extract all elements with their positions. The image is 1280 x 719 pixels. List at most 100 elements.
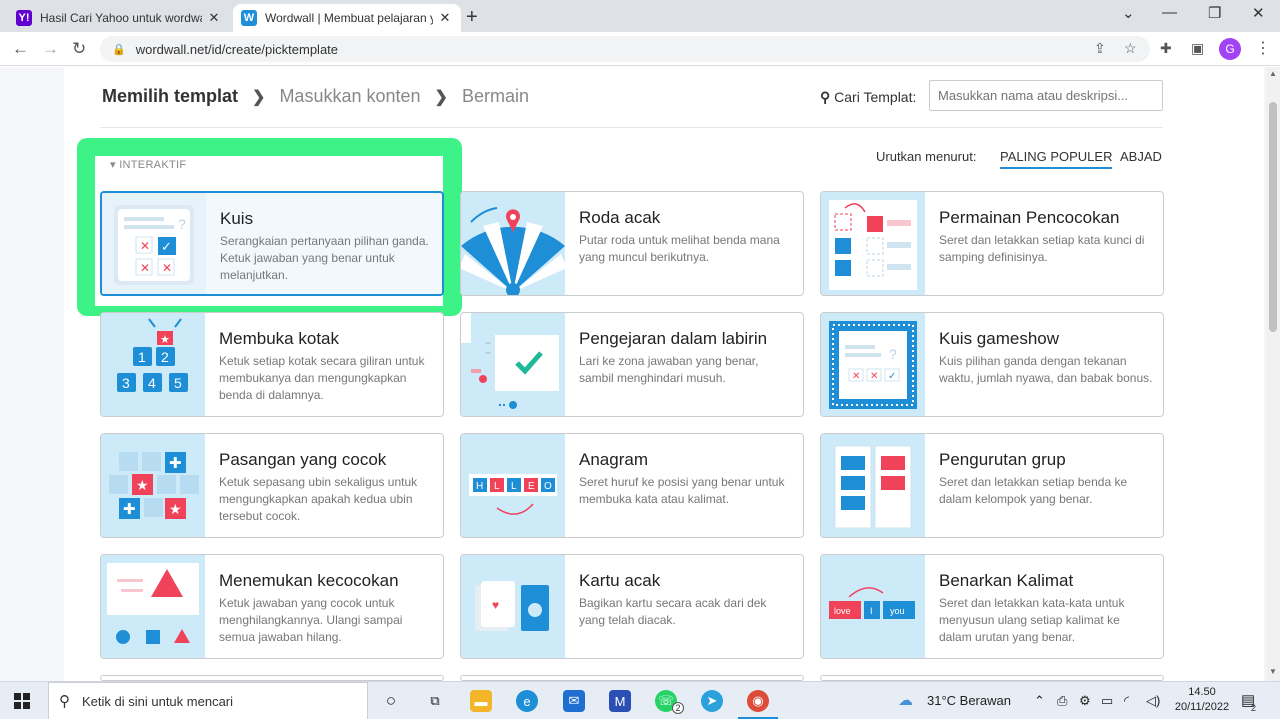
breadcrumb-step-content: Masukkan konten — [279, 86, 421, 106]
chevron-up-icon[interactable]: ⌃ — [1034, 693, 1045, 709]
edge-icon[interactable]: e — [516, 690, 538, 712]
scroll-down-icon[interactable]: ▼ — [1269, 667, 1277, 676]
minimize-button[interactable]: — — [1162, 4, 1177, 21]
template-card-kartu-acak[interactable]: ♥ Kartu acak Bagikan kartu secara acak d… — [460, 554, 804, 659]
template-desc: Ketuk jawaban yang cocok untuk menghilan… — [219, 596, 403, 644]
yahoo-favicon-icon: Y! — [16, 10, 32, 26]
sort-option-popular[interactable]: PALING POPULER — [1000, 149, 1113, 169]
lock-icon: 🔒 — [112, 43, 126, 56]
template-card-kuis[interactable]: ? ✕ ✓ ✕ ✕ Kuis Serangkaian pertanyaan pi… — [100, 191, 444, 296]
breadcrumb-step-pick: Memilih templat — [102, 86, 239, 106]
open-box-icon: ★ 1 2 3 4 5 — [117, 318, 188, 392]
template-thumb — [101, 555, 205, 658]
template-name: Membuka kotak — [219, 329, 339, 348]
system-clock[interactable]: 14.50 20/11/2022 — [1172, 685, 1232, 715]
template-card-pengurutan-grup[interactable]: Pengurutan grup Seret dan letakkan setia… — [820, 433, 1164, 538]
anagram-letter: O — [544, 481, 552, 492]
bookmark-star-icon[interactable]: ☆ — [1124, 40, 1137, 57]
weather-text[interactable]: 31°C Berawan — [927, 693, 1011, 708]
taskbar-search-input[interactable]: ⚲ Ketik di sini untuk mencari — [48, 682, 368, 719]
sort-option-alphabet[interactable]: ABJAD — [1120, 149, 1162, 164]
chrome-icon[interactable]: ◉ — [747, 690, 769, 712]
template-card-membuka-kotak[interactable]: ★ 1 2 3 4 5 Membuka kotak Ketuk setiap k… — [100, 312, 444, 417]
mail-icon[interactable]: ✉ — [563, 690, 585, 712]
reload-icon[interactable]: ↻ — [72, 39, 86, 59]
windows-start-icon[interactable] — [14, 693, 30, 709]
close-icon[interactable]: ✕ — [206, 10, 222, 26]
template-search-input[interactable] — [929, 80, 1163, 111]
svg-text:✕: ✕ — [140, 239, 150, 253]
url-bar[interactable]: 🔒 wordwall.net/id/create/picktemplate — [100, 36, 1150, 62]
profile-avatar[interactable]: G — [1219, 38, 1241, 60]
forward-arrow-icon[interactable]: → — [42, 39, 59, 59]
template-desc: Putar roda untuk melihat benda mana yang… — [579, 233, 780, 264]
anagram-letter: L — [511, 481, 517, 492]
cortana-icon[interactable]: ○ — [380, 690, 402, 712]
scrollbar[interactable]: ▲ ▼ — [1266, 67, 1280, 681]
close-icon[interactable]: ✕ — [437, 10, 453, 26]
maximize-button[interactable]: ❐ — [1208, 4, 1221, 22]
new-tab-button[interactable]: + — [466, 6, 478, 29]
volume-icon[interactable]: ◁) — [1146, 693, 1160, 709]
matching-pairs-icon: ✚ ★ ✚ ★ — [109, 452, 199, 519]
svg-text:✕: ✕ — [852, 371, 860, 382]
template-thumb: ♥ — [461, 555, 565, 658]
svg-text:★: ★ — [136, 477, 149, 493]
template-desc: Bagikan kartu secara acak dari dek yang … — [579, 596, 767, 627]
task-view-icon[interactable]: ⧉ — [424, 690, 446, 712]
template-card-kuis-gameshow[interactable]: ? ✕ ✕ ✓ Kuis gameshow Kuis pilihan ganda… — [820, 312, 1164, 417]
template-desc: Serangkaian pertanyaan pilihan ganda. Ke… — [220, 234, 429, 282]
gameshow-icon: ? ✕ ✕ ✓ — [829, 321, 917, 409]
side-panel-icon[interactable]: ▣ — [1191, 40, 1204, 57]
template-thumb: H L L E O — [461, 434, 565, 537]
box-number: 4 — [148, 375, 156, 391]
anagram-letter: E — [528, 481, 535, 492]
window-close-button[interactable]: ✕ — [1252, 4, 1265, 22]
template-thumb — [461, 313, 565, 416]
template-card-roda-acak[interactable]: Roda acak Putar roda untuk melihat benda… — [460, 191, 804, 296]
template-name: Pengurutan grup — [939, 450, 1066, 469]
group-sort-icon — [834, 445, 912, 529]
settings-gear-icon[interactable]: ⚙ — [1079, 693, 1091, 709]
file-explorer-icon[interactable]: ▬ — [470, 690, 492, 712]
extensions-puzzle-icon[interactable]: ✚ — [1160, 40, 1172, 57]
template-desc: Seret dan letakkan setiap kata kunci di … — [939, 233, 1145, 264]
template-card-menemukan-kecocokan[interactable]: Menemukan kecocokan Ketuk jawaban yang c… — [100, 554, 444, 659]
clock-time: 14.50 — [1188, 686, 1216, 698]
template-thumb: ★ 1 2 3 4 5 — [101, 313, 205, 416]
meet-icon[interactable]: ⎙ — [1057, 693, 1067, 709]
wifi-icon[interactable]: ◜ — [1124, 693, 1129, 709]
template-card-benarkan-kalimat[interactable]: love I you Benarkan Kalimat Seret dan le… — [820, 554, 1164, 659]
sentence-word: I — [870, 606, 873, 616]
template-desc: Seret dan letakkan kata-kata untuk menyu… — [939, 596, 1125, 644]
template-thumb — [461, 192, 567, 295]
template-card-anagram[interactable]: H L L E O Anagram Seret huruf ke posisi … — [460, 433, 804, 538]
scroll-up-icon[interactable]: ▲ — [1269, 69, 1277, 78]
back-arrow-icon[interactable]: ← — [12, 39, 29, 59]
menu-kebab-icon[interactable]: ⋮ — [1255, 38, 1271, 58]
tab-wordwall[interactable]: W Wordwall | Membuat pelajaran yang ✕ — [233, 4, 461, 32]
share-icon[interactable]: ⇪ — [1094, 40, 1106, 57]
template-name: Pasangan yang cocok — [219, 450, 387, 469]
template-desc: Seret dan letakkan setiap benda ke dalam… — [939, 475, 1128, 506]
svg-text:?: ? — [178, 216, 186, 232]
search-icon: ⚲ — [820, 89, 831, 105]
tab-title: Wordwall | Membuat pelajaran yang — [265, 11, 433, 25]
template-card-pengejaran-labirin[interactable]: Pengejaran dalam labirin Lari ke zona ja… — [460, 312, 804, 417]
svg-text:✕: ✕ — [140, 261, 150, 275]
telegram-icon[interactable]: ➤ — [701, 690, 723, 712]
section-label[interactable]: ▾ INTERAKTIF — [110, 158, 186, 171]
template-card-permainan-pencocokan[interactable]: Permainan Pencocokan Seret dan letakkan … — [820, 191, 1164, 296]
sentence-word: love — [834, 606, 851, 616]
windows-taskbar: ⚲ Ketik di sini untuk mencari ○ ⧉ ▬ e ✉ … — [0, 681, 1280, 719]
box-number: 3 — [122, 375, 130, 391]
clock-date: 20/11/2022 — [1174, 701, 1230, 713]
app-icon[interactable]: M — [609, 690, 631, 712]
template-desc: Seret huruf ke posisi yang benar untuk m… — [579, 475, 785, 506]
scrollbar-thumb[interactable] — [1269, 102, 1277, 332]
template-card-pasangan-cocok[interactable]: ✚ ★ ✚ ★ Pasangan yang cocok Ketuk sepasa… — [100, 433, 444, 538]
tab-yahoo[interactable]: Y! Hasil Cari Yahoo untuk wordwall ✕ — [8, 4, 230, 32]
tab-search-icon[interactable]: ⌄ — [1122, 4, 1135, 22]
quiz-icon: ? ✕ ✓ ✕ ✕ — [114, 205, 194, 285]
battery-icon[interactable]: ▭ — [1101, 693, 1113, 709]
